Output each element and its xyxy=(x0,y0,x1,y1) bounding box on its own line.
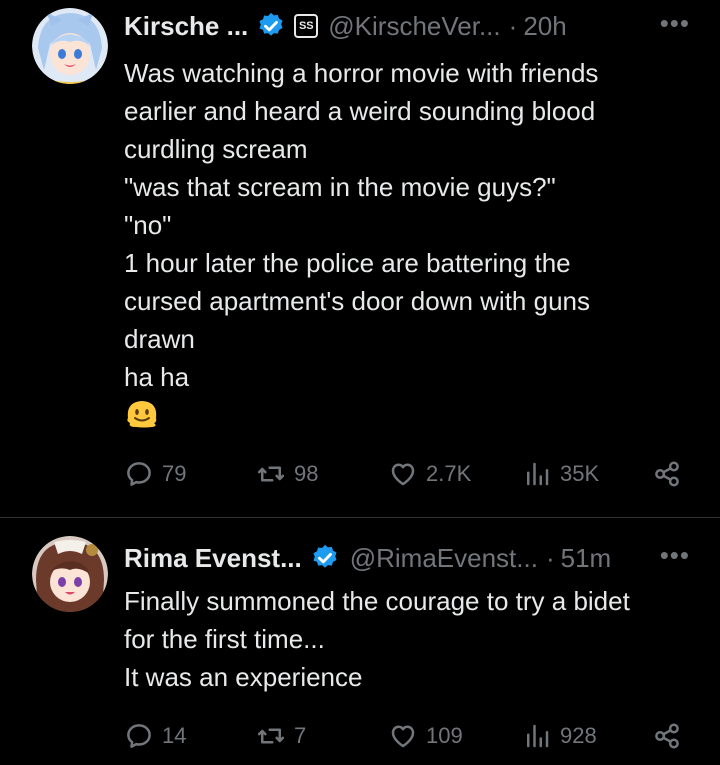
tweet-text-line: for the first time... xyxy=(124,624,325,654)
display-name[interactable]: Rima Evenst... xyxy=(124,543,302,574)
tweet-text-line: Finally summoned the courage to try a bi… xyxy=(124,586,630,616)
reply-count: 14 xyxy=(162,723,187,748)
more-options-icon[interactable]: ••• xyxy=(660,8,690,39)
tweet-text-line: It was an experience xyxy=(124,662,363,692)
retweet-button[interactable]: 98 xyxy=(256,456,318,492)
tweet-actions: 79 98 2.7K 35K xyxy=(124,456,690,492)
views-chart-icon xyxy=(527,462,549,486)
tweet-text: Finally summoned the courage to try a bi… xyxy=(124,582,696,696)
like-button[interactable]: 2.7K xyxy=(388,456,471,492)
affiliate-badge-icon[interactable]: SS xyxy=(294,14,319,38)
retweet-count: 7 xyxy=(294,723,307,748)
verified-badge-icon xyxy=(256,11,286,41)
share-icon xyxy=(655,461,679,487)
tweet-text-line: earlier and heard a weird sounding blood xyxy=(124,96,596,126)
like-count: 2.7K xyxy=(426,461,472,486)
reply-icon xyxy=(127,462,151,486)
tweet-text-line: ha ha xyxy=(124,362,190,392)
timestamp[interactable]: 51m xyxy=(561,543,612,574)
verified-badge-icon xyxy=(310,543,340,573)
heart-icon xyxy=(391,463,415,486)
share-button[interactable] xyxy=(652,718,690,754)
reply-button[interactable]: 79 xyxy=(124,456,186,492)
retweet-button[interactable]: 7 xyxy=(256,718,306,754)
views-button[interactable]: 35K xyxy=(522,456,599,492)
tweet-text-line: curdling scream xyxy=(124,134,308,164)
tweet[interactable]: Rima Evenst... @RimaEvenst... · 51m ••• … xyxy=(0,518,720,765)
separator-dot: · xyxy=(508,10,518,41)
tweet-header: Kirsche ... SS @KirscheVer... · 20h ••• xyxy=(124,8,690,44)
retweet-icon xyxy=(257,466,285,482)
display-name[interactable]: Kirsche ... xyxy=(124,11,248,42)
like-count: 109 xyxy=(426,723,463,748)
reply-count: 79 xyxy=(162,461,187,486)
reply-button[interactable]: 14 xyxy=(124,718,186,754)
separator-dot: · xyxy=(545,542,555,573)
user-handle[interactable]: @RimaEvenst... xyxy=(350,543,538,574)
tweet-actions: 14 7 109 928 xyxy=(124,718,690,754)
tweet-text-line: Was watching a horror movie with friends xyxy=(124,58,599,88)
more-options-icon[interactable]: ••• xyxy=(660,540,690,571)
avatar[interactable] xyxy=(32,8,108,84)
tweet-text-line: 1 hour later the police are battering th… xyxy=(124,248,571,278)
tweet-text-line: drawn xyxy=(124,324,195,354)
retweet-count: 98 xyxy=(294,461,319,486)
avatar-image xyxy=(32,8,108,84)
reply-icon xyxy=(127,724,151,748)
share-icon xyxy=(655,723,679,749)
avatar-image xyxy=(32,536,108,612)
avatar[interactable] xyxy=(32,536,108,612)
retweet-icon xyxy=(257,728,285,744)
tweet-text: Was watching a horror movie with friends… xyxy=(124,54,696,396)
tweet-text-line: "no" xyxy=(124,210,172,240)
user-handle[interactable]: @KirscheVer... xyxy=(328,11,500,42)
like-button[interactable]: 109 xyxy=(388,718,463,754)
views-chart-icon xyxy=(527,724,549,748)
share-button[interactable] xyxy=(652,456,690,492)
tweet[interactable]: Kirsche ... SS @KirscheVer... · 20h ••• … xyxy=(0,0,720,517)
tweet-text-line: cursed apartment's door down with guns xyxy=(124,286,590,316)
views-count: 35K xyxy=(560,461,600,486)
views-button[interactable]: 928 xyxy=(522,718,597,754)
melting-face-emoji-icon xyxy=(124,396,160,432)
tweet-text-line: "was that scream in the movie guys?" xyxy=(124,172,556,202)
tweet-header: Rima Evenst... @RimaEvenst... · 51m ••• xyxy=(124,540,690,576)
views-count: 928 xyxy=(560,723,597,748)
timestamp[interactable]: 20h xyxy=(523,11,566,42)
heart-icon xyxy=(391,725,415,748)
